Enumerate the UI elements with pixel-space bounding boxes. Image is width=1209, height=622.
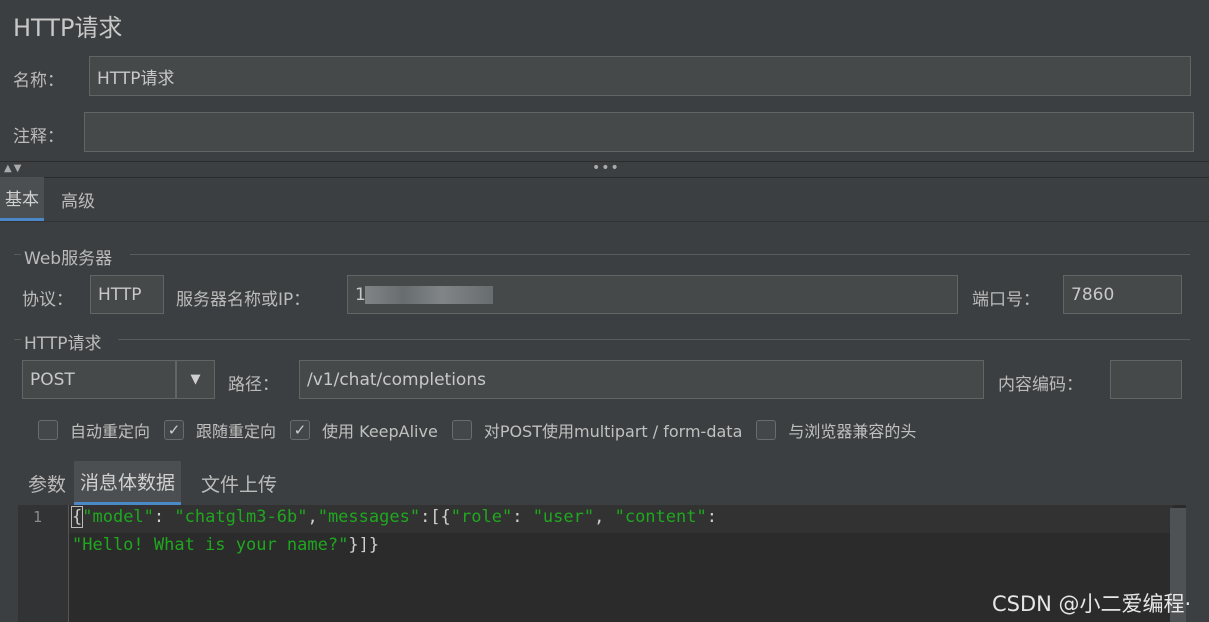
code-token: "messages" — [317, 507, 421, 527]
path-field[interactable]: /v1/chat/completions — [299, 360, 984, 399]
group-border — [14, 339, 21, 340]
line-number: 1 — [33, 508, 43, 526]
group-border — [118, 339, 1190, 340]
option-label: 自动重定向 — [70, 422, 151, 441]
method-select[interactable]: POST — [22, 360, 176, 399]
name-field[interactable]: HTTP请求 — [89, 56, 1191, 96]
collapse-arrows-icon[interactable]: ▲▼ — [4, 163, 23, 174]
tab-body-data[interactable]: 消息体数据 — [74, 461, 182, 505]
checkbox[interactable] — [756, 420, 777, 440]
tab-advanced[interactable]: 高级 — [56, 177, 100, 221]
server-label: 服务器名称或IP： — [176, 290, 311, 310]
checkbox[interactable]: ✓ — [290, 420, 311, 440]
code-token: }]} — [348, 535, 380, 555]
option-keepalive[interactable]: ✓ 使用 KeepAlive — [290, 418, 438, 442]
page-title: HTTP请求 — [13, 14, 123, 42]
option-label: 对POST使用multipart / form-data — [483, 422, 743, 441]
check-icon: ✓ — [167, 421, 181, 439]
comment-label: 注释： — [13, 127, 64, 147]
option-browser-headers[interactable]: 与浏览器兼容的头 — [756, 418, 916, 442]
comment-field[interactable] — [84, 112, 1194, 152]
code-token: : — [706, 507, 717, 527]
checkbox[interactable] — [451, 420, 472, 440]
code-token: "user" — [532, 507, 595, 527]
port-field[interactable]: 7860 — [1063, 275, 1182, 314]
option-auto-redirect[interactable]: 自动重定向 — [38, 418, 150, 442]
option-multipart[interactable]: 对POST使用multipart / form-data — [451, 418, 743, 442]
code-token: : — [153, 507, 175, 527]
code-token: , — [307, 507, 318, 527]
options-row: 自动重定向 ✓ 跟随重定向 ✓ 使用 KeepAlive 对POST使用mult… — [38, 418, 930, 442]
code-token: , — [594, 507, 615, 527]
protocol-field[interactable]: HTTP — [90, 275, 164, 314]
protocol-label: 协议： — [22, 290, 73, 310]
path-label: 路径： — [228, 375, 279, 395]
check-icon: ✓ — [293, 421, 307, 439]
option-label: 跟随重定向 — [196, 422, 277, 441]
code-token: "Hello! What is your name?" — [72, 535, 349, 555]
encoding-field[interactable] — [1110, 360, 1182, 399]
code-token: "model" — [82, 507, 154, 527]
group-border — [130, 254, 1190, 255]
checkbox[interactable]: ✓ — [164, 420, 185, 440]
watermark: CSDN @小二爱编程· — [992, 592, 1192, 616]
code-line-1[interactable]: {"model": "chatglm3-6b","messages":[{"ro… — [70, 506, 717, 528]
code-line-2[interactable]: "Hello! What is your name?"}]} — [72, 535, 379, 555]
code-token: { — [70, 506, 84, 528]
code-token: "content" — [614, 507, 707, 527]
name-label: 名称： — [13, 71, 64, 91]
tab-file-upload[interactable]: 文件上传 — [195, 461, 283, 505]
port-label: 端口号： — [972, 290, 1040, 310]
code-token: "role" — [450, 507, 513, 527]
tab-parameters[interactable]: 参数 — [22, 461, 72, 505]
splitter-handle-icon[interactable]: ••• — [592, 160, 620, 176]
encoding-label: 内容编码： — [998, 375, 1083, 395]
group-border — [14, 254, 21, 255]
main-tabbar: 基本 高级 — [0, 177, 1209, 222]
editor-gutter — [18, 505, 68, 622]
http-request-legend: HTTP请求 — [24, 334, 102, 354]
tab-basic[interactable]: 基本 — [0, 177, 44, 221]
web-server-legend: Web服务器 — [24, 249, 113, 269]
code-token: : — [512, 507, 533, 527]
chevron-down-icon: ▼ — [190, 372, 201, 387]
option-label: 使用 KeepAlive — [322, 422, 438, 441]
option-label: 与浏览器兼容的头 — [788, 422, 917, 441]
redacted-ip-mask — [365, 286, 493, 304]
option-follow-redirect[interactable]: ✓ 跟随重定向 — [164, 418, 276, 442]
checkbox[interactable] — [38, 420, 58, 440]
code-token: :[{ — [420, 507, 451, 527]
code-token: "chatglm3-6b" — [174, 507, 308, 527]
method-dropdown-button[interactable]: ▼ — [176, 360, 215, 399]
